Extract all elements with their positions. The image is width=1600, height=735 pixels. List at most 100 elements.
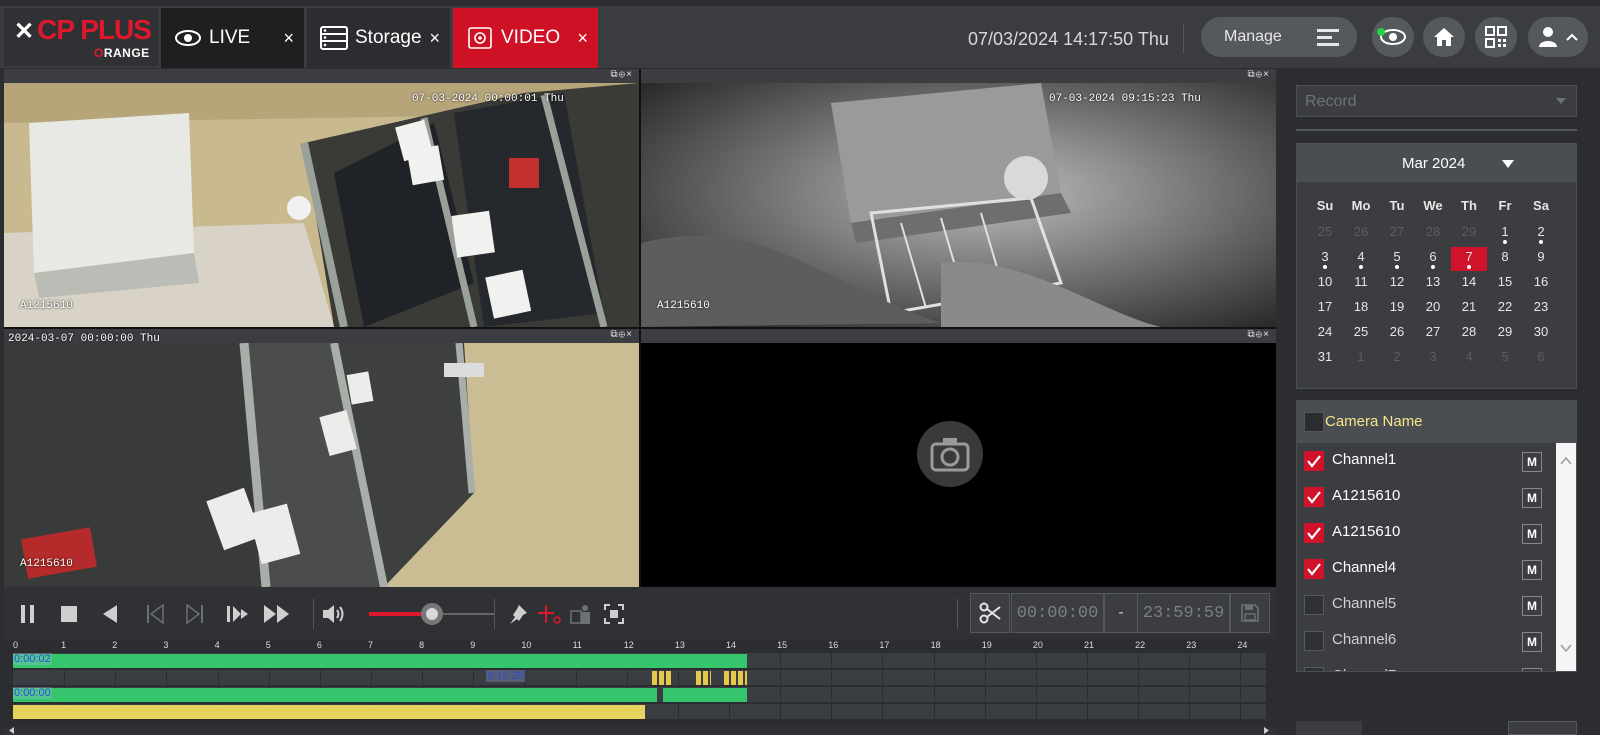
cell-controls[interactable]: ⧉⊕× bbox=[1248, 69, 1271, 80]
main-stream-toggle[interactable]: M bbox=[1522, 632, 1542, 652]
smart-search-button[interactable] bbox=[568, 600, 596, 628]
recording-segment[interactable] bbox=[652, 671, 673, 685]
tab-storage[interactable]: Storage × bbox=[307, 8, 450, 68]
qr-code-button[interactable] bbox=[1475, 17, 1517, 57]
calendar-day[interactable]: 14 bbox=[1451, 274, 1487, 289]
calendar-day[interactable]: 23 bbox=[1523, 299, 1559, 314]
recording-segment[interactable] bbox=[13, 654, 747, 668]
camera-checkbox[interactable] bbox=[1304, 595, 1324, 615]
camera-list-item[interactable]: Channel5 M bbox=[1297, 587, 1556, 623]
calendar-day-selected[interactable]: 7 bbox=[1451, 247, 1487, 271]
calendar-day[interactable]: 8 bbox=[1487, 249, 1523, 264]
camera-checkbox[interactable] bbox=[1304, 451, 1324, 471]
calendar-day[interactable]: 18 bbox=[1343, 299, 1379, 314]
slow-play-button[interactable] bbox=[224, 600, 252, 628]
calendar-day[interactable]: 27 bbox=[1415, 324, 1451, 339]
tab-live-close[interactable]: × bbox=[283, 28, 294, 49]
calendar-day[interactable]: 3 bbox=[1307, 249, 1343, 269]
panel-button[interactable] bbox=[1508, 721, 1577, 735]
main-stream-toggle[interactable]: M bbox=[1522, 524, 1542, 544]
volume-slider-knob[interactable] bbox=[420, 603, 443, 625]
calendar-day[interactable]: 13 bbox=[1415, 274, 1451, 289]
pin-button[interactable] bbox=[504, 600, 532, 628]
camera-checkbox[interactable] bbox=[1304, 631, 1324, 651]
video-cell-1[interactable]: ⧉⊕× 07-03-2024 00:00:01 Thu A1215610 bbox=[4, 69, 639, 327]
timeline-track[interactable]: 0:00:02 bbox=[13, 652, 1266, 669]
timeline[interactable]: 0 1 2 3 4 5 6 7 8 9 10 11 12 13 14 15 16 17 18 19 20 21 22 23 24… bbox=[4, 640, 1276, 735]
calendar-day[interactable]: 2 bbox=[1523, 224, 1559, 244]
calendar-day[interactable]: 15 bbox=[1487, 274, 1523, 289]
save-clip-button[interactable] bbox=[1230, 593, 1270, 633]
recording-segment[interactable] bbox=[13, 688, 658, 702]
calendar-day[interactable]: 21 bbox=[1451, 299, 1487, 314]
calendar-day[interactable]: 17 bbox=[1307, 299, 1343, 314]
camera-list-item[interactable]: A1215610 M bbox=[1297, 479, 1556, 515]
cell-controls[interactable]: ⧉⊕× bbox=[611, 329, 634, 340]
previous-frame-button[interactable] bbox=[141, 600, 169, 628]
camera-checkbox[interactable] bbox=[1304, 667, 1324, 671]
manage-button[interactable]: Manage bbox=[1201, 17, 1357, 57]
cell-controls[interactable]: ⧉⊕× bbox=[611, 69, 634, 80]
tab-video-close[interactable]: × bbox=[577, 28, 588, 49]
timeline-scrollbar[interactable] bbox=[4, 726, 1276, 735]
camera-list-scrollbar[interactable] bbox=[1556, 443, 1576, 671]
panel-button[interactable] bbox=[1296, 721, 1362, 735]
calendar-day[interactable]: 25 bbox=[1343, 324, 1379, 339]
video-cell-2[interactable]: ⧉⊕× 07-03-2024 09:15:23 Thu A1215610 bbox=[641, 69, 1276, 327]
recording-segment[interactable] bbox=[13, 705, 645, 719]
calendar-day[interactable]: 10 bbox=[1307, 274, 1343, 289]
camera-list-item[interactable]: Channel7 M bbox=[1297, 659, 1556, 671]
video-cell-4[interactable]: ⧉⊕× bbox=[641, 329, 1276, 587]
volume-button[interactable] bbox=[320, 600, 348, 628]
next-frame-button[interactable] bbox=[181, 600, 209, 628]
home-button[interactable] bbox=[1423, 17, 1465, 57]
timeline-track[interactable] bbox=[13, 703, 1266, 720]
camera-checkbox[interactable] bbox=[1304, 487, 1324, 507]
add-mark-button[interactable] bbox=[535, 600, 563, 628]
camera-list-item[interactable]: Channel6 M bbox=[1297, 623, 1556, 659]
calendar-day[interactable]: 11 bbox=[1343, 274, 1379, 289]
select-all-checkbox[interactable] bbox=[1304, 412, 1324, 432]
timeline-track[interactable]: 0:00:00 bbox=[13, 686, 1266, 703]
camera-checkbox[interactable] bbox=[1304, 559, 1324, 579]
recording-segment[interactable] bbox=[695, 671, 712, 685]
calendar-day[interactable]: 16 bbox=[1523, 274, 1559, 289]
recording-segment[interactable] bbox=[662, 688, 747, 702]
clip-end-time[interactable]: 23:59:59 bbox=[1137, 593, 1230, 633]
calendar-day[interactable]: 20 bbox=[1415, 299, 1451, 314]
calendar-day[interactable]: 12 bbox=[1379, 274, 1415, 289]
clip-button[interactable] bbox=[970, 593, 1010, 633]
main-stream-toggle[interactable]: M bbox=[1522, 560, 1542, 580]
stop-button[interactable] bbox=[55, 600, 83, 628]
calendar-day[interactable]: 19 bbox=[1379, 299, 1415, 314]
calendar-day[interactable]: 5 bbox=[1379, 249, 1415, 269]
reverse-play-button[interactable] bbox=[96, 600, 124, 628]
calendar-day[interactable]: 31 bbox=[1307, 349, 1343, 364]
main-stream-toggle[interactable]: M bbox=[1522, 488, 1542, 508]
camera-list-item[interactable]: A1215610 M bbox=[1297, 515, 1556, 551]
cell-controls[interactable]: ⧉⊕× bbox=[1248, 329, 1271, 340]
calendar-day[interactable]: 22 bbox=[1487, 299, 1523, 314]
scroll-left-icon[interactable] bbox=[8, 727, 15, 734]
pause-button[interactable] bbox=[14, 600, 42, 628]
main-stream-toggle[interactable]: M bbox=[1522, 452, 1542, 472]
calendar-day[interactable]: 9 bbox=[1523, 249, 1559, 264]
camera-checkbox[interactable] bbox=[1304, 523, 1324, 543]
calendar-day[interactable]: 4 bbox=[1343, 249, 1379, 269]
calendar-day[interactable]: 26 bbox=[1379, 324, 1415, 339]
fullscreen-button[interactable] bbox=[600, 600, 628, 628]
scroll-right-icon[interactable] bbox=[1263, 727, 1270, 734]
video-cell-3[interactable]: ⧉⊕× 2024-03-07 00:00:00 Thu A1215610 bbox=[4, 329, 639, 587]
camera-list-item[interactable]: Channel1 M bbox=[1297, 443, 1556, 479]
calendar-day[interactable]: 28 bbox=[1451, 324, 1487, 339]
fast-forward-button[interactable] bbox=[263, 600, 291, 628]
record-type-select[interactable]: Record bbox=[1296, 85, 1577, 117]
tab-live[interactable]: LIVE × bbox=[161, 8, 304, 68]
calendar-header[interactable]: Mar 2024 bbox=[1297, 144, 1576, 182]
chevron-down-icon[interactable] bbox=[1560, 642, 1572, 654]
calendar-day[interactable]: 6 bbox=[1415, 249, 1451, 269]
main-stream-toggle[interactable]: M bbox=[1522, 668, 1542, 671]
timeline-track[interactable]: 9:15:25 bbox=[13, 669, 1266, 686]
camera-list-item[interactable]: Channel4 M bbox=[1297, 551, 1556, 587]
calendar-day[interactable]: 1 bbox=[1487, 224, 1523, 244]
